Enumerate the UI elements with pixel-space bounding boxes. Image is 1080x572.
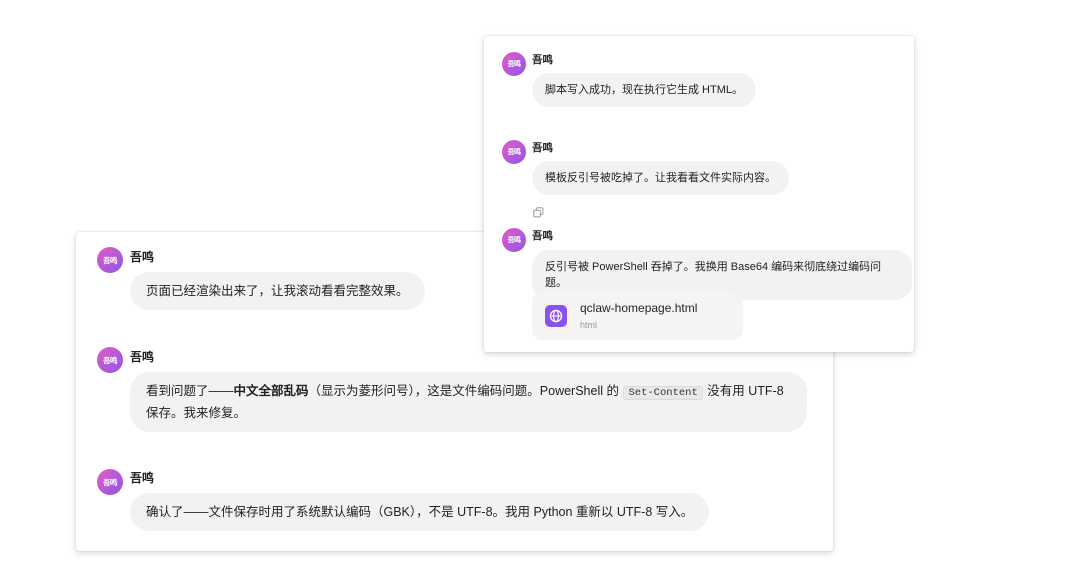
message-bubble: 模板反引号被吃掉了。让我看看文件实际内容。 xyxy=(532,161,789,195)
message-bubble: 页面已经渲染出来了，让我滚动看看完整效果。 xyxy=(130,272,425,310)
globe-icon xyxy=(545,305,567,327)
message-bubble: 脚本写入成功，现在执行它生成 HTML。 xyxy=(532,73,756,107)
sender-name: 吾鸣 xyxy=(532,142,553,154)
sender-name: 吾鸣 xyxy=(130,250,155,264)
message-bold-text: 中文全部乱码 xyxy=(233,384,309,398)
avatar: 吾鸣 xyxy=(97,469,123,495)
sender-name: 吾鸣 xyxy=(532,230,553,242)
message-bubble: 看到问题了——中文全部乱码（显示为菱形问号），这是文件编码问题。PowerShe… xyxy=(130,372,807,432)
sender-name: 吾鸣 xyxy=(130,350,155,364)
file-type: html xyxy=(580,320,598,330)
file-name: qclaw-homepage.html xyxy=(580,301,698,315)
sender-name: 吾鸣 xyxy=(532,54,553,66)
chat-panel-front: 吾鸣 吾鸣 脚本写入成功，现在执行它生成 HTML。 吾鸣 吾鸣 模板反引号被吃… xyxy=(484,36,914,352)
inline-code: Set-Content xyxy=(623,386,703,400)
avatar: 吾鸣 xyxy=(502,140,526,164)
avatar: 吾鸣 xyxy=(97,247,123,273)
message-text: （显示为菱形问号），这是文件编码问题。PowerShell 的 xyxy=(308,384,623,398)
file-attachment-card[interactable]: qclaw-homepage.html html xyxy=(532,292,743,340)
sender-name: 吾鸣 xyxy=(130,471,155,485)
avatar: 吾鸣 xyxy=(502,52,526,76)
avatar: 吾鸣 xyxy=(97,347,123,373)
message-text: 看到问题了—— xyxy=(146,384,234,398)
message-bubble: 确认了——文件保存时用了系统默认编码（GBK），不是 UTF-8。我用 Pyth… xyxy=(130,493,710,531)
copy-icon[interactable] xyxy=(533,207,544,218)
avatar: 吾鸣 xyxy=(502,228,526,252)
